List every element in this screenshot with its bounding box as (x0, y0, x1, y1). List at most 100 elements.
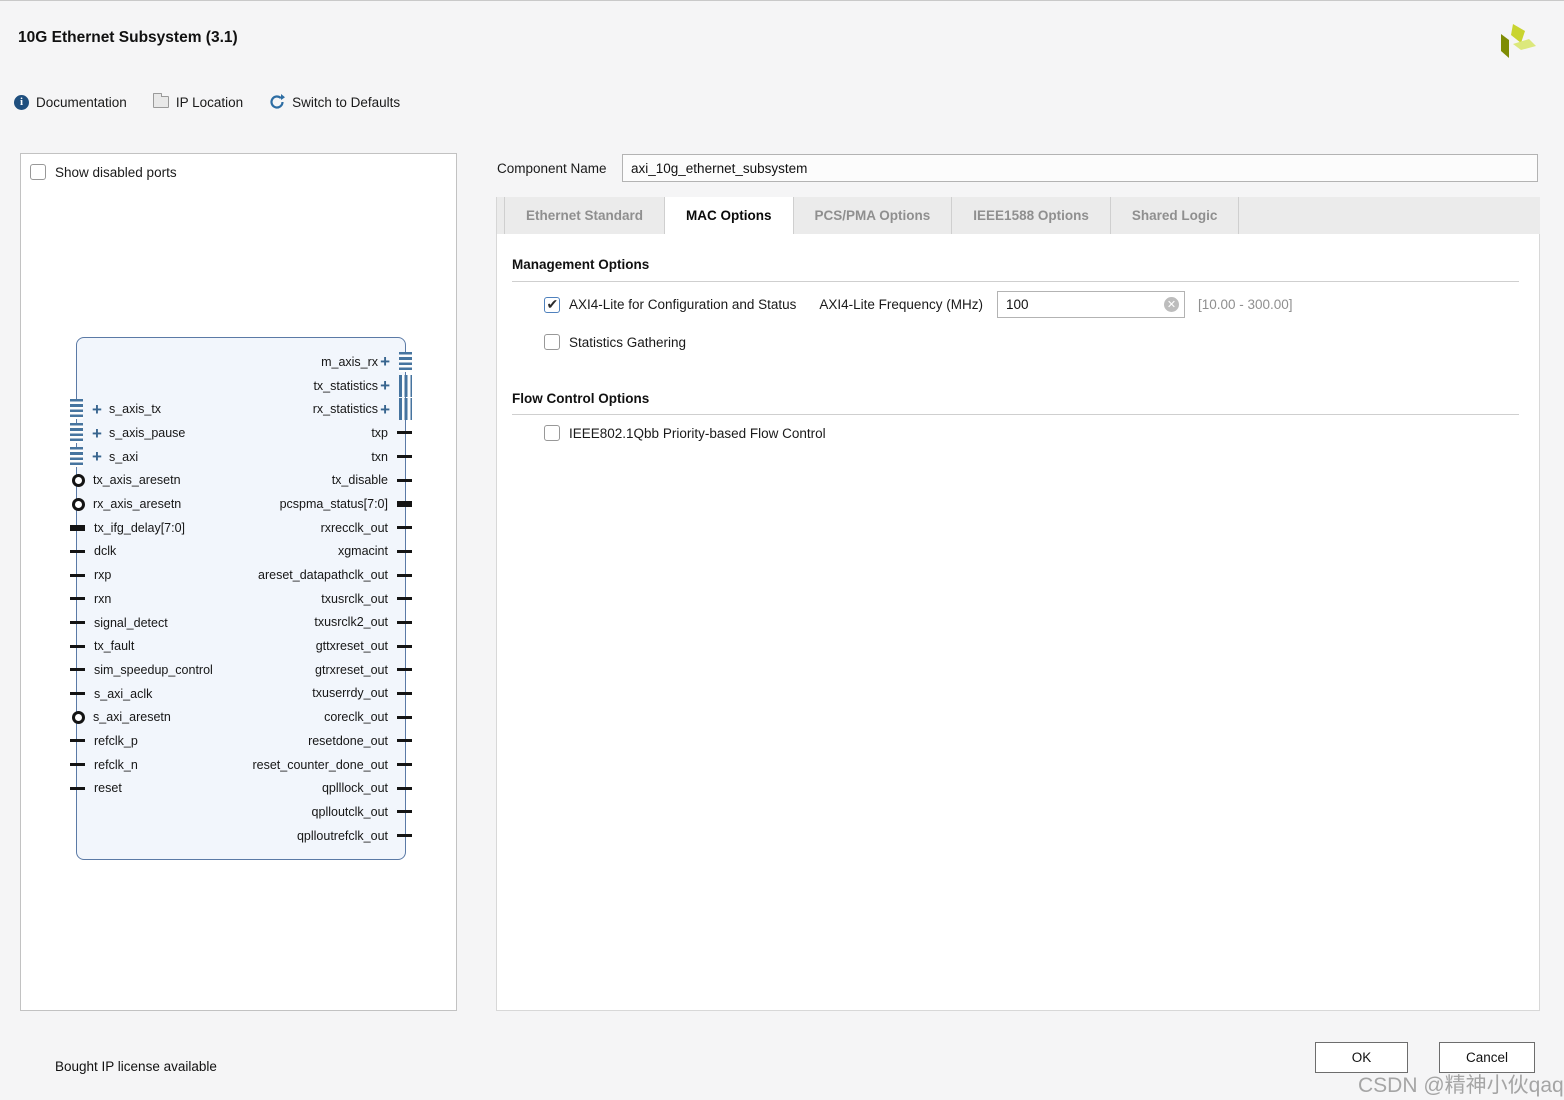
bus-interface-icon (399, 374, 412, 397)
show-disabled-ports-label: Show disabled ports (55, 164, 177, 180)
port-label: txusrclk_out (321, 591, 388, 606)
port-label: resetdone_out (308, 733, 388, 748)
axi4-lite-checkbox[interactable] (544, 296, 560, 313)
port-label: reset_counter_done_out (252, 757, 388, 772)
tab-ieee1588-options[interactable]: IEEE1588 Options (952, 197, 1111, 234)
port-stub (397, 763, 412, 767)
statistics-gathering-label: Statistics Gathering (569, 334, 687, 350)
port-label: tx_statistics (313, 378, 379, 393)
expand-plus-icon[interactable]: + (380, 401, 390, 418)
component-name-label: Component Name (497, 161, 607, 176)
port-label: rxrecclk_out (320, 520, 388, 535)
port-label: gttxreset_out (315, 639, 388, 654)
switch-to-defaults-button[interactable]: Switch to Defaults (269, 94, 400, 110)
port-row-reset_counter_done_out: reset_counter_done_out (77, 753, 412, 777)
port-stub (397, 739, 412, 743)
axi4-lite-label: AXI4-Lite for Configuration and Status (569, 297, 797, 312)
port-label: txusrclk2_out (314, 615, 388, 630)
axi4-lite-frequency-label: AXI4-Lite Frequency (MHz) (819, 297, 983, 312)
axi4-lite-option-row: AXI4-Lite for Configuration and Status A… (544, 291, 1293, 318)
tab-mac-options[interactable]: MAC Options (665, 197, 794, 234)
section-divider (512, 414, 1519, 415)
frequency-input-wrap: ✕ (996, 291, 1185, 318)
port-row-qplloutrefclk_out: qplloutrefclk_out (77, 824, 412, 848)
ip-location-label: IP Location (175, 94, 244, 110)
refresh-icon (270, 94, 286, 109)
port-label: qplllock_out (321, 781, 388, 796)
port-stub (397, 810, 412, 814)
tab-pcs-pma-options[interactable]: PCS/PMA Options (794, 197, 953, 234)
right-ports-column: m_axis_rx + tx_statistics + rx_statistics + tx… (77, 350, 412, 848)
component-name-input[interactable] (622, 154, 1538, 182)
port-stub (397, 431, 412, 435)
qbb-option-row: IEEE802.1Qbb Priority-based Flow Control (544, 425, 826, 441)
bus-interface-icon (399, 398, 412, 421)
bus-interface-icon (399, 351, 412, 372)
ip-location-button[interactable]: IP Location (152, 93, 244, 110)
port-stub (397, 644, 412, 648)
statistics-gathering-checkbox[interactable] (544, 334, 560, 350)
tab-ethernet-standard[interactable]: Ethernet Standard (504, 197, 666, 234)
port-stub (397, 668, 412, 672)
port-row-xgmacint: xgmacint (77, 540, 412, 564)
port-row-gttxreset_out: gttxreset_out (77, 634, 412, 658)
port-stub (397, 597, 412, 601)
port-stub (397, 786, 412, 790)
port-stub (397, 691, 412, 695)
watermark: CSDN @精神小伙qaq (1358, 1074, 1564, 1097)
clear-icon[interactable]: ✕ (1163, 297, 1179, 312)
port-row-qplloutclk_out: qplloutclk_out (77, 800, 412, 824)
expand-plus-icon[interactable]: + (380, 377, 390, 394)
port-stub (397, 549, 412, 553)
ok-button[interactable]: OK (1315, 1042, 1408, 1073)
port-row-txusrclk_out: txusrclk_out (77, 587, 412, 611)
port-stub (397, 715, 412, 719)
port-row-txuserrdy_out: txuserrdy_out (77, 682, 412, 706)
documentation-button[interactable]: i Documentation (14, 94, 127, 110)
license-note: Bought IP license available (55, 1059, 217, 1074)
management-options-heading: Management Options (512, 257, 650, 272)
port-label: txp (371, 425, 388, 440)
port-stub (397, 478, 412, 482)
port-row-areset_datapathclk_out: areset_datapathclk_out (77, 563, 412, 587)
port-label: areset_datapathclk_out (258, 568, 388, 583)
frequency-input[interactable] (996, 291, 1185, 318)
port-row-rxrecclk_out: rxrecclk_out (77, 516, 412, 540)
port-row-pcspma_status[7:0]: pcspma_status[7:0] (77, 492, 412, 516)
cancel-button[interactable]: Cancel (1439, 1042, 1535, 1073)
port-label: m_axis_rx (321, 354, 379, 369)
port-label: tx_disable (331, 473, 388, 488)
ip-block-symbol: + s_axis_tx + s_axis_pause + s_axi tx_axis_are… (70, 337, 412, 860)
port-stub (397, 834, 412, 838)
port-row-txn: txn (77, 445, 412, 469)
port-label: gtrxreset_out (315, 662, 388, 677)
port-label: txuserrdy_out (312, 686, 388, 701)
port-stub (397, 500, 412, 507)
page-title: 10G Ethernet Subsystem (3.1) (18, 29, 238, 46)
tab-shared-logic[interactable]: Shared Logic (1111, 197, 1240, 234)
port-row-rx_statistics: rx_statistics + (77, 397, 412, 421)
port-label: rx_statistics (312, 402, 379, 417)
expand-plus-icon[interactable]: + (380, 353, 390, 370)
section-divider (512, 281, 1519, 282)
port-row-gtrxreset_out: gtrxreset_out (77, 658, 412, 682)
port-stub (397, 620, 412, 624)
flow-control-heading: Flow Control Options (512, 391, 650, 406)
port-row-m_axis_rx: m_axis_rx + (77, 350, 412, 374)
port-row-coreclk_out: coreclk_out (77, 705, 412, 729)
qbb-flow-control-label: IEEE802.1Qbb Priority-based Flow Control (569, 425, 826, 441)
customize-ip-dialog: { "header": { "title": "10G Ethernet Sub… (0, 0, 1564, 1100)
show-disabled-ports-checkbox[interactable] (30, 164, 46, 180)
qbb-flow-control-checkbox[interactable] (544, 425, 560, 441)
toolbar: i Documentation IP Location Switch to De… (14, 93, 400, 110)
port-label: txn (371, 449, 388, 464)
tab-bar: Ethernet Standard MAC Options PCS/PMA Op… (496, 197, 1540, 234)
port-stub (397, 573, 412, 577)
port-row-txp: txp (77, 421, 412, 445)
port-row-txusrclk2_out: txusrclk2_out (77, 611, 412, 635)
show-disabled-ports-row: Show disabled ports (30, 164, 177, 180)
statistics-option-row: Statistics Gathering (544, 334, 686, 350)
documentation-label: Documentation (36, 94, 127, 110)
port-label: coreclk_out (324, 710, 388, 725)
ip-symbol-panel: Show disabled ports + s_axis_tx + s_axis_pa… (20, 153, 457, 1011)
